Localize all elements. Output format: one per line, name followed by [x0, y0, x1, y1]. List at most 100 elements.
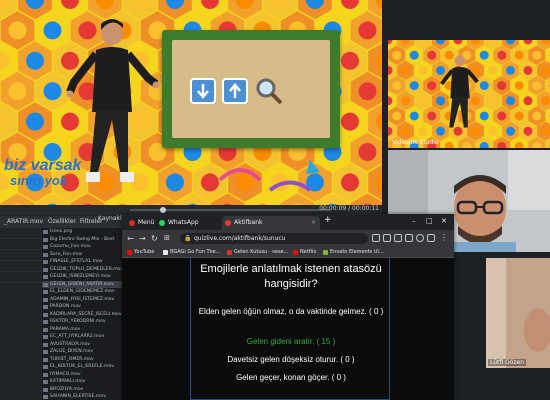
tab-label: Menü — [138, 219, 155, 226]
media-item[interactable]: PARAMA.mov — [42, 326, 122, 334]
playhead-handle[interactable] — [160, 207, 166, 213]
emoji-icon — [514, 111, 524, 121]
bookmark-youtube[interactable]: YouTube — [126, 248, 154, 257]
apps-grid-icon[interactable]: ⊞ — [164, 234, 170, 243]
media-item[interactable]: Soru_Fon.mov — [42, 251, 122, 259]
media-item[interactable]: REKTOR_YEKODRNI.mov — [42, 318, 122, 326]
board-paper — [172, 40, 330, 138]
lock-icon: 🔒 — [184, 235, 192, 242]
media-item[interactable]: ZALGE_DIYEN.mov — [42, 348, 122, 356]
browser-tab-menu[interactable]: Menü — [126, 216, 154, 230]
emoji-icon — [541, 96, 550, 106]
media-item[interactable]: FINASLE_EFSTLA1.mov — [42, 258, 122, 266]
media-item[interactable]: TURIST_OMER.mov — [42, 356, 122, 364]
answer-option[interactable]: Davetsiz gelen döşeksiz oturur. ( 0 ) — [195, 354, 387, 366]
url-text: quizlive.com/aktifbank/sunucu — [194, 235, 286, 242]
media-item[interactable]: EL_ELDEN_GIDENEMEZ.mov — [42, 288, 122, 296]
tab-favicon — [159, 220, 165, 226]
emoji-icon — [497, 81, 507, 91]
bookmark-netflix[interactable]: Netflix — [292, 248, 316, 257]
emoji-icon — [358, 82, 377, 101]
emoji-icon — [523, 65, 533, 75]
media-item[interactable]: Icons.png — [42, 228, 122, 236]
minimize-icon[interactable]: – — [412, 217, 416, 225]
emoji-icon — [43, 21, 62, 40]
share-icon[interactable] — [383, 234, 391, 242]
media-item[interactable]: Big Electro Swing Mix - Best — [42, 236, 122, 244]
media-item[interactable]: GELEN_GIDENI_ARATIR.mov — [42, 280, 122, 288]
emoji-icon — [401, 96, 410, 106]
camera-tile-host[interactable]: Videojok Studio — [388, 40, 550, 148]
media-item[interactable]: BROZILYA.mov — [42, 386, 122, 394]
media-item[interactable]: ADAMIN_IYISI_ISTEMEZ.mov — [42, 296, 122, 304]
camera-icon[interactable] — [372, 234, 380, 242]
reload-icon[interactable]: ↻ — [151, 234, 158, 243]
emoji-icon — [532, 50, 542, 60]
bookmark-label: Gelen Kutusu - sese... — [234, 249, 289, 255]
tab-file[interactable]: _ARATIR.mov — [4, 218, 43, 225]
forward-icon[interactable]: → — [139, 234, 146, 243]
emoji-icon — [8, 21, 27, 40]
media-item[interactable]: EL_KOLTUK_EL_KREFLE.mov — [42, 363, 122, 371]
media-item[interactable]: Cozumu_Fon.mov — [42, 243, 122, 251]
emoji-icon — [497, 111, 507, 121]
answer-option[interactable]: Gelen geçer, konan göçer. ( 0 ) — [195, 372, 387, 384]
emoji-icon — [532, 111, 542, 121]
back-icon[interactable]: ← — [127, 234, 134, 243]
media-item[interactable]: KATIMAKLI.mov — [42, 378, 122, 386]
emoji-icon — [26, 51, 44, 70]
download-icon[interactable] — [427, 234, 435, 242]
emoji-icon — [514, 50, 524, 60]
media-item[interactable]: EC_ATT_IYIRLARR2.mov — [42, 333, 122, 341]
emoji-icon — [418, 65, 428, 75]
emoji-icon — [409, 50, 419, 60]
emoji-icon — [488, 96, 498, 106]
media-item[interactable]: AVUSTRALYA.mov — [42, 341, 122, 349]
emoji-icon — [392, 50, 402, 60]
emoji-icon — [409, 111, 419, 121]
emoji-icon — [523, 96, 533, 106]
quiz-board — [162, 30, 340, 148]
media-item[interactable]: GELDIK_ISINIZLEMEYI.mov — [42, 273, 122, 281]
media-item[interactable]: KADIRLARA_SECRE_ISCELI.mov — [42, 311, 122, 319]
extension-icon[interactable] — [405, 234, 413, 242]
tab-effects[interactable]: Özellikler — [48, 218, 76, 225]
menu-dots-icon[interactable]: ⋮ — [440, 234, 448, 242]
close-tab-icon[interactable]: × — [311, 216, 316, 230]
bookmark-label: YouTube — [134, 249, 155, 255]
bookmark-star-icon[interactable] — [394, 234, 402, 242]
media-item[interactable]: PARDON.mov — [42, 303, 122, 311]
magnifier-icon — [254, 76, 284, 110]
video-preview[interactable]: biz varsak sınırı yok — [0, 0, 382, 205]
quiz-page: Emojilerle anlatılmak istenen atasözü ha… — [122, 258, 454, 400]
envato-icon — [323, 250, 328, 255]
emoji-icon — [506, 96, 515, 106]
profile-icon[interactable] — [416, 234, 424, 242]
url-input[interactable]: 🔒 quizlive.com/aktifbank/sunucu — [180, 233, 368, 244]
emoji-icon — [341, 173, 359, 192]
bookmark-envato[interactable]: Envato Elements Ul... — [322, 248, 384, 257]
answer-option[interactable]: Elden gelen öğün olmaz, o da vaktinde ge… — [195, 306, 387, 318]
new-tab-icon[interactable]: + — [324, 215, 332, 225]
brand-line-2: sınırı yok — [10, 173, 68, 188]
media-item[interactable]: IYIMACO.mov — [42, 371, 122, 379]
emoji-icon — [541, 65, 550, 75]
answer-option-correct[interactable]: Gelen gideni aratır. ( 15 ) — [195, 336, 387, 348]
decorative-squiggles — [218, 160, 320, 192]
bookmark-bgagi[interactable]: BGAGi Go Fun The... — [162, 248, 221, 257]
emoji-icon — [488, 65, 498, 75]
browser-tab-whatsapp[interactable]: WhatsApp — [156, 216, 199, 230]
question-text: Emojilerle anlatılmak istenen atasözü ha… — [200, 263, 382, 290]
media-item[interactable]: GELDIK_TOPLU_DEMEDLER.mov — [42, 266, 122, 274]
tab-favicon — [225, 220, 231, 226]
emoji-icon — [532, 81, 542, 91]
camera-tile-viewer[interactable]: Lütfi Gözen — [486, 258, 550, 368]
close-window-icon[interactable]: ✕ — [441, 217, 447, 225]
maximize-icon[interactable]: □ — [426, 217, 433, 225]
emoji-icon — [497, 50, 507, 60]
browser-tab-bar: Menü WhatsApp Aktifbank × + – □ ✕ — [122, 214, 454, 230]
bookmark-gmail[interactable]: Gelen Kutusu - sese... — [226, 248, 288, 257]
media-item[interactable]: SAHANIN_ELERTISE.mov — [42, 393, 122, 400]
browser-tab-aktifbank[interactable]: Aktifbank × — [222, 216, 320, 230]
bookmark-label: BGAGi Go Fun The... — [170, 249, 221, 255]
